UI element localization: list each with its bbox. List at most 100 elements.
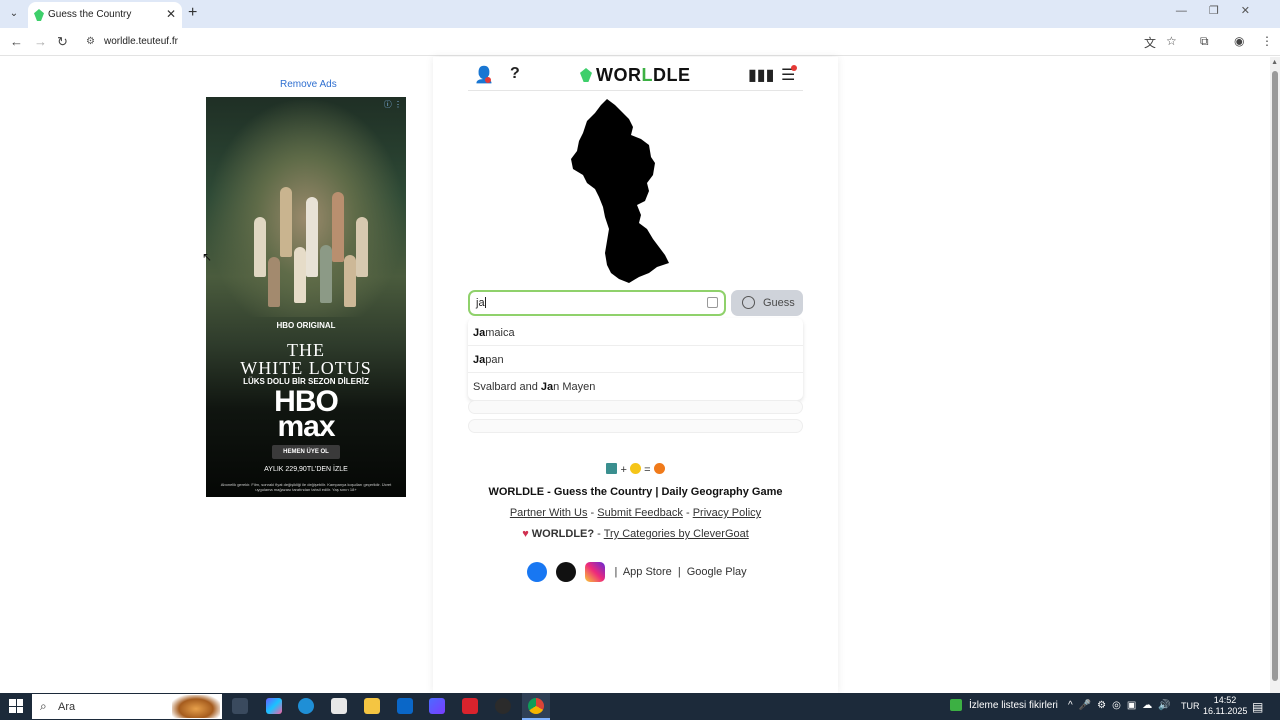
forward-icon[interactable]: → [34,34,47,49]
privacy-link[interactable]: Privacy Policy [693,507,761,519]
edge-icon[interactable] [298,698,314,714]
ad-price: AYLIK 229,90TL'DEN İZLE [264,466,348,473]
ad-title-line1: THE [287,340,325,360]
advertisement[interactable]: ⓘ ⋮ HBO ORIGINAL THE WHITE LOTUS LÜKS DO… [206,97,406,497]
windows-start-icon[interactable] [9,699,23,713]
worldle-logo-icon [580,68,592,82]
extensions-icon[interactable]: ⧉ [1200,34,1209,49]
heart-icon: ♥ [522,528,529,540]
ad-figure [332,192,344,262]
taskbar-search[interactable]: ⌕ Ara [32,694,222,719]
logo-text-green: L [641,65,653,85]
guess-input[interactable]: ja [468,290,726,316]
browser-menu-icon[interactable]: ⋮ [1261,34,1273,48]
windows-taskbar: ⌕ Ara İzleme listesi fikirleri ^🎤⚙◎▣☁🔊 T… [0,693,1280,720]
clock[interactable]: 14:52 16.11.2025 [1203,695,1247,717]
stats-icon[interactable]: ▮▮▮ [748,65,774,85]
address-bar[interactable]: ⚙ worldle.teuteuf.fr [80,31,1130,53]
categories-link[interactable]: Try Categories by CleverGoat [604,528,749,540]
site-info-icon[interactable]: ⚙ [86,36,95,47]
scroll-thumb[interactable] [1272,71,1278,681]
footer-links: Partner With Us - Submit Feedback - Priv… [433,507,838,519]
app-icon[interactable] [429,698,445,714]
suggestion-japan[interactable]: Japan [473,354,504,366]
worldle-logo[interactable]: WORLDLE [580,65,691,86]
ad-figure [344,255,356,307]
menu-notification-dot [791,65,797,71]
google-play-link[interactable]: Google Play [687,566,747,578]
ad-logo-line2: max [277,410,335,443]
guess-input-value[interactable]: ja [476,297,486,309]
clock-time: 14:52 [1213,695,1237,705]
partner-link[interactable]: Partner With Us [510,507,588,519]
worldle-favicon-icon [34,9,44,21]
chrome-taskbar-button[interactable] [522,693,550,720]
equals-sign: = [644,464,651,476]
language-indicator[interactable]: TUR [1181,701,1200,711]
task-view-icon[interactable] [232,698,248,714]
footer-categories: ♥ WORLDLE? - Try Categories by CleverGoa… [433,528,838,540]
facebook-icon[interactable] [527,562,548,582]
footer-brand: WORLDLE? [531,528,595,540]
ad-network-label: HBO ORIGINAL [276,321,336,330]
ad-figure [294,247,306,303]
suggestion-jamaica[interactable]: Jamaica [473,327,515,339]
wps-icon[interactable] [462,698,478,714]
translate-icon[interactable]: 文 [1144,34,1156,51]
scroll-up-icon[interactable]: ▲ [1271,59,1278,66]
logo-text-suffix: DLE [653,65,691,85]
copilot-icon[interactable] [266,698,282,714]
guess-row-placeholder [468,419,803,433]
tiktok-icon[interactable] [556,562,577,582]
store-icon[interactable] [331,698,347,714]
tab-guess-the-country[interactable]: Guess the Country ✕ [28,2,182,28]
outlook-icon[interactable] [397,698,413,714]
taskbar-search-text[interactable]: Ara [58,701,75,713]
new-tab-button[interactable]: + [188,4,197,22]
remove-ads-link[interactable]: Remove Ads [280,79,337,90]
plus-sign: + [620,464,627,476]
mouse-cursor-icon: ↖ [202,250,213,264]
page-scrollbar[interactable]: ▲ [1270,57,1280,693]
keyboard-icon[interactable] [707,297,718,308]
adchoices-icon[interactable]: ⓘ ⋮ [384,99,402,110]
user-icon[interactable]: 👤 [474,65,494,85]
cats-separator: - [597,528,601,540]
ad-cta-button[interactable]: HEMEN ÜYE OL [272,445,340,459]
system-tray-icons[interactable]: ^🎤⚙◎▣☁🔊 [1068,700,1177,711]
tab-close-icon[interactable]: ✕ [166,7,176,21]
footer-emoji-equation: + = [433,463,838,476]
tab-menu-icon[interactable]: ⌄ [6,6,22,22]
divider [468,345,803,346]
news-widget-text[interactable]: İzleme listesi fikirleri [969,700,1058,711]
app-store-link[interactable]: App Store [623,566,672,578]
social-links: | App Store | Google Play [433,562,838,582]
file-explorer-icon[interactable] [364,698,380,714]
ad-title: THE WHITE LOTUS [206,341,406,377]
game-header: 👤 ? WORLDLE ▮▮▮ ☰ [468,57,803,91]
help-icon[interactable]: ? [510,65,520,83]
ad-figure [320,245,332,303]
ad-figure [254,217,266,277]
back-icon[interactable]: ← [10,34,23,49]
url-text[interactable]: worldle.teuteuf.fr [104,36,178,47]
map-icon [606,463,618,474]
ad-logo: HBO max [206,387,406,443]
guess-row-placeholder [468,400,803,414]
suggestion-dropdown: Jamaica Japan Svalbard and Jan Mayen [468,318,803,400]
profile-icon[interactable]: ◉ [1234,34,1244,48]
browser-toolbar: ← → ↻ ⚙ worldle.teuteuf.fr 文 ☆ ⧉ ◉ ⋮ [0,28,1280,56]
reload-icon[interactable]: ↻ [57,34,68,50]
tab-strip: ⌄ Guess the Country ✕ + —❐✕ [0,0,1280,28]
notification-icon[interactable]: ▤ [1252,700,1263,714]
guess-button[interactable]: Guess [731,290,803,316]
pipe-separator: | [677,565,681,578]
star-icon[interactable]: ☆ [1166,34,1177,48]
orange-circle-icon [653,463,665,474]
window-controls[interactable]: —❐✕ [1176,4,1272,17]
instagram-icon[interactable] [585,562,606,582]
app-icon[interactable] [495,698,511,714]
suggestion-svalbard[interactable]: Svalbard and Jan Mayen [473,381,595,393]
feedback-link[interactable]: Submit Feedback [597,507,683,519]
link-separator: - [590,507,595,519]
